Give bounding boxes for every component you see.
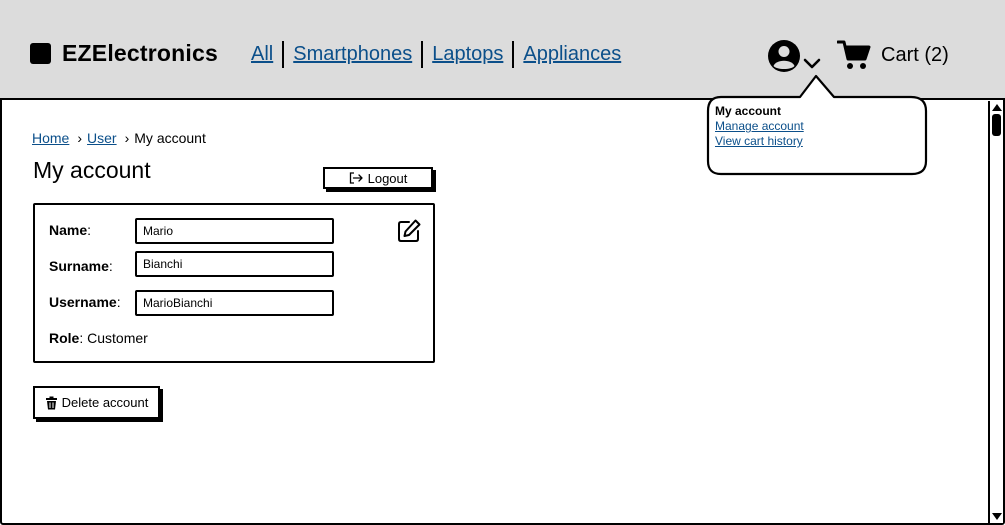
- logout-button[interactable]: Logout: [323, 167, 433, 189]
- role-value: Customer: [87, 330, 148, 346]
- view-cart-history-link[interactable]: View cart history: [715, 134, 804, 149]
- surname-label: Surname:: [49, 258, 113, 274]
- brand[interactable]: EZElectronics: [30, 40, 218, 67]
- username-field[interactable]: [135, 290, 334, 316]
- dropdown-content: My account Manage account View cart hist…: [715, 104, 804, 149]
- page-title: My account: [33, 157, 151, 183]
- scroll-up-arrow-icon[interactable]: [992, 104, 1002, 111]
- breadcrumb-user[interactable]: User: [87, 130, 117, 146]
- role-row: Role: Customer: [49, 330, 148, 346]
- nav-link-smartphones[interactable]: Smartphones: [293, 43, 412, 66]
- user-menu-button[interactable]: [767, 39, 823, 73]
- surname-field[interactable]: [135, 251, 334, 277]
- account-details-card: Name: Surname: Username: Role: Customer: [33, 203, 435, 363]
- nav-link-appliances[interactable]: Appliances: [523, 43, 621, 66]
- breadcrumb-separator: ›: [124, 130, 130, 146]
- scroll-down-arrow-icon[interactable]: [992, 513, 1002, 520]
- scroll-thumb[interactable]: [992, 114, 1001, 136]
- breadcrumb-separator: ›: [77, 130, 83, 146]
- delete-account-button[interactable]: Delete account: [33, 386, 160, 419]
- breadcrumb-current: My account: [134, 130, 206, 146]
- brand-name: EZElectronics: [62, 40, 218, 66]
- name-label: Name:: [49, 222, 92, 238]
- role-label: Role: [49, 330, 80, 346]
- nav-separator: [421, 41, 424, 68]
- edit-icon[interactable]: [396, 218, 422, 249]
- vertical-scrollbar[interactable]: [988, 101, 1003, 523]
- brand-logo-icon: [30, 43, 51, 64]
- delete-account-label: Delete account: [61, 395, 149, 410]
- nav-separator: [512, 41, 515, 68]
- manage-account-link[interactable]: Manage account: [715, 119, 804, 134]
- cart-button[interactable]: Cart (2): [837, 40, 949, 70]
- breadcrumb-home[interactable]: Home: [32, 130, 69, 146]
- breadcrumb: Home › User › My account: [32, 130, 206, 146]
- user-dropdown-menu: My account Manage account View cart hist…: [705, 74, 930, 178]
- trash-icon: [45, 396, 57, 409]
- category-nav: All Smartphones Laptops Appliances: [251, 41, 621, 68]
- dropdown-title: My account: [715, 104, 782, 118]
- chevron-down-icon: [803, 58, 821, 69]
- nav-link-all[interactable]: All: [251, 43, 273, 66]
- logout-icon: [349, 172, 363, 184]
- username-label: Username:: [49, 294, 121, 310]
- cart-icon: [837, 40, 871, 69]
- name-field[interactable]: [135, 218, 334, 244]
- cart-label: Cart (2): [881, 43, 949, 66]
- logout-label: Logout: [367, 170, 408, 186]
- nav-link-laptops[interactable]: Laptops: [432, 43, 503, 66]
- nav-separator: [282, 41, 285, 68]
